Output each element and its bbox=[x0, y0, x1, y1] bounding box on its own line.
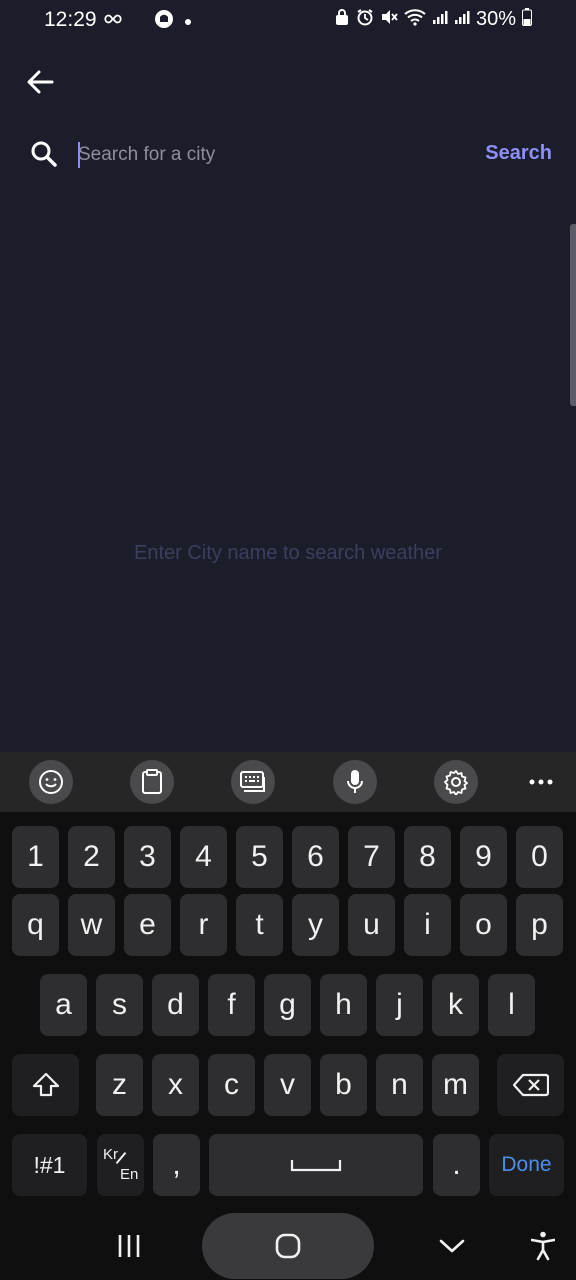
key-9[interactable]: 9 bbox=[460, 826, 507, 888]
key-t[interactable]: t bbox=[236, 894, 283, 956]
status-notification-icons bbox=[104, 9, 192, 34]
key-u[interactable]: u bbox=[348, 894, 395, 956]
key-a[interactable]: a bbox=[40, 974, 87, 1036]
key-r[interactable]: r bbox=[180, 894, 227, 956]
settings-icon bbox=[444, 770, 468, 795]
language-top-label: Kr bbox=[103, 1146, 118, 1163]
alarm-icon bbox=[356, 8, 374, 31]
symbols-key[interactable]: !#1 bbox=[12, 1134, 87, 1196]
key-3[interactable]: 3 bbox=[124, 826, 171, 888]
backspace-key[interactable] bbox=[497, 1054, 564, 1116]
key-l[interactable]: l bbox=[488, 974, 535, 1036]
home-icon bbox=[275, 1233, 301, 1259]
signal-icon-1 bbox=[432, 9, 448, 30]
key-0[interactable]: 0 bbox=[516, 826, 563, 888]
key-m[interactable]: m bbox=[432, 1054, 479, 1116]
search-input[interactable] bbox=[78, 136, 458, 174]
key-o[interactable]: o bbox=[460, 894, 507, 956]
search-button[interactable]: Search bbox=[485, 142, 552, 165]
key-j[interactable]: j bbox=[376, 974, 423, 1036]
mute-icon bbox=[380, 8, 398, 31]
key-6[interactable]: 6 bbox=[292, 826, 339, 888]
accessibility-button[interactable] bbox=[527, 1226, 559, 1266]
app-notification-icon bbox=[154, 9, 174, 34]
key-h[interactable]: h bbox=[320, 974, 367, 1036]
status-system-icons: 30% bbox=[334, 8, 532, 31]
key-d[interactable]: d bbox=[152, 974, 199, 1036]
voice-input-button[interactable] bbox=[333, 760, 377, 804]
key-q[interactable]: q bbox=[12, 894, 59, 956]
comma-key[interactable]: , bbox=[153, 1134, 200, 1196]
backspace-icon bbox=[512, 1073, 549, 1097]
search-bar: Search bbox=[0, 130, 576, 180]
key-k[interactable]: k bbox=[432, 974, 479, 1036]
key-z[interactable]: z bbox=[96, 1054, 143, 1116]
battery-icon bbox=[522, 8, 532, 31]
key-w[interactable]: w bbox=[68, 894, 115, 956]
lock-icon bbox=[334, 8, 350, 31]
key-e[interactable]: e bbox=[124, 894, 171, 956]
navigation-bar bbox=[0, 1212, 576, 1280]
home-button[interactable] bbox=[202, 1213, 374, 1279]
period-key[interactable]: . bbox=[433, 1134, 480, 1196]
status-bar: 12:29 30% bbox=[0, 0, 576, 42]
language-switch-key[interactable]: Kr En bbox=[97, 1134, 144, 1196]
microphone-icon bbox=[347, 770, 363, 793]
keyboard-settings-button[interactable] bbox=[434, 760, 478, 804]
dot-icon bbox=[184, 13, 192, 31]
key-8[interactable]: 8 bbox=[404, 826, 451, 888]
search-icon bbox=[30, 140, 58, 173]
key-2[interactable]: 2 bbox=[68, 826, 115, 888]
emoji-icon bbox=[39, 770, 63, 794]
keyboard-layout-button[interactable] bbox=[231, 760, 275, 804]
key-n[interactable]: n bbox=[376, 1054, 423, 1116]
space-bar-icon bbox=[290, 1160, 342, 1172]
key-s[interactable]: s bbox=[96, 974, 143, 1036]
key-y[interactable]: y bbox=[292, 894, 339, 956]
key-c[interactable]: c bbox=[208, 1054, 255, 1116]
key-b[interactable]: b bbox=[320, 1054, 367, 1116]
key-1[interactable]: 1 bbox=[12, 826, 59, 888]
text-cursor bbox=[78, 142, 80, 168]
space-key[interactable] bbox=[209, 1134, 423, 1196]
back-arrow-icon bbox=[27, 70, 54, 94]
on-screen-keyboard: 1234567890 qwertyuiop asdfghjkl zxcvbnm … bbox=[0, 752, 576, 1212]
key-5[interactable]: 5 bbox=[236, 826, 283, 888]
keyboard-toolbar bbox=[0, 752, 576, 812]
emoji-button[interactable] bbox=[29, 760, 73, 804]
hide-keyboard-button[interactable] bbox=[436, 1226, 468, 1266]
battery-percentage: 30% bbox=[475, 8, 516, 30]
more-icon bbox=[529, 779, 553, 785]
done-key[interactable]: Done bbox=[489, 1134, 564, 1196]
key-f[interactable]: f bbox=[208, 974, 255, 1036]
infinity-icon bbox=[104, 12, 122, 31]
wifi-icon bbox=[404, 8, 426, 31]
recent-apps-icon bbox=[118, 1235, 140, 1257]
empty-state-message: Enter City name to search weather bbox=[134, 542, 442, 564]
shift-key[interactable] bbox=[12, 1054, 79, 1116]
key-v[interactable]: v bbox=[264, 1054, 311, 1116]
scrollbar[interactable] bbox=[570, 224, 576, 406]
accessibility-icon bbox=[531, 1231, 555, 1261]
chevron-down-icon bbox=[439, 1239, 465, 1253]
key-i[interactable]: i bbox=[404, 894, 451, 956]
clipboard-icon bbox=[142, 769, 162, 794]
shift-icon bbox=[32, 1072, 59, 1097]
signal-icon-2 bbox=[454, 9, 470, 30]
key-p[interactable]: p bbox=[516, 894, 563, 956]
key-x[interactable]: x bbox=[152, 1054, 199, 1116]
keyboard-layout-icon bbox=[240, 771, 265, 792]
more-options-button[interactable] bbox=[519, 760, 563, 804]
recent-apps-button[interactable] bbox=[112, 1226, 146, 1266]
key-4[interactable]: 4 bbox=[180, 826, 227, 888]
status-time: 12:29 bbox=[44, 8, 97, 31]
language-bottom-label: En bbox=[120, 1166, 139, 1183]
back-button[interactable] bbox=[22, 64, 58, 100]
key-7[interactable]: 7 bbox=[348, 826, 395, 888]
key-g[interactable]: g bbox=[264, 974, 311, 1036]
clipboard-button[interactable] bbox=[130, 760, 174, 804]
